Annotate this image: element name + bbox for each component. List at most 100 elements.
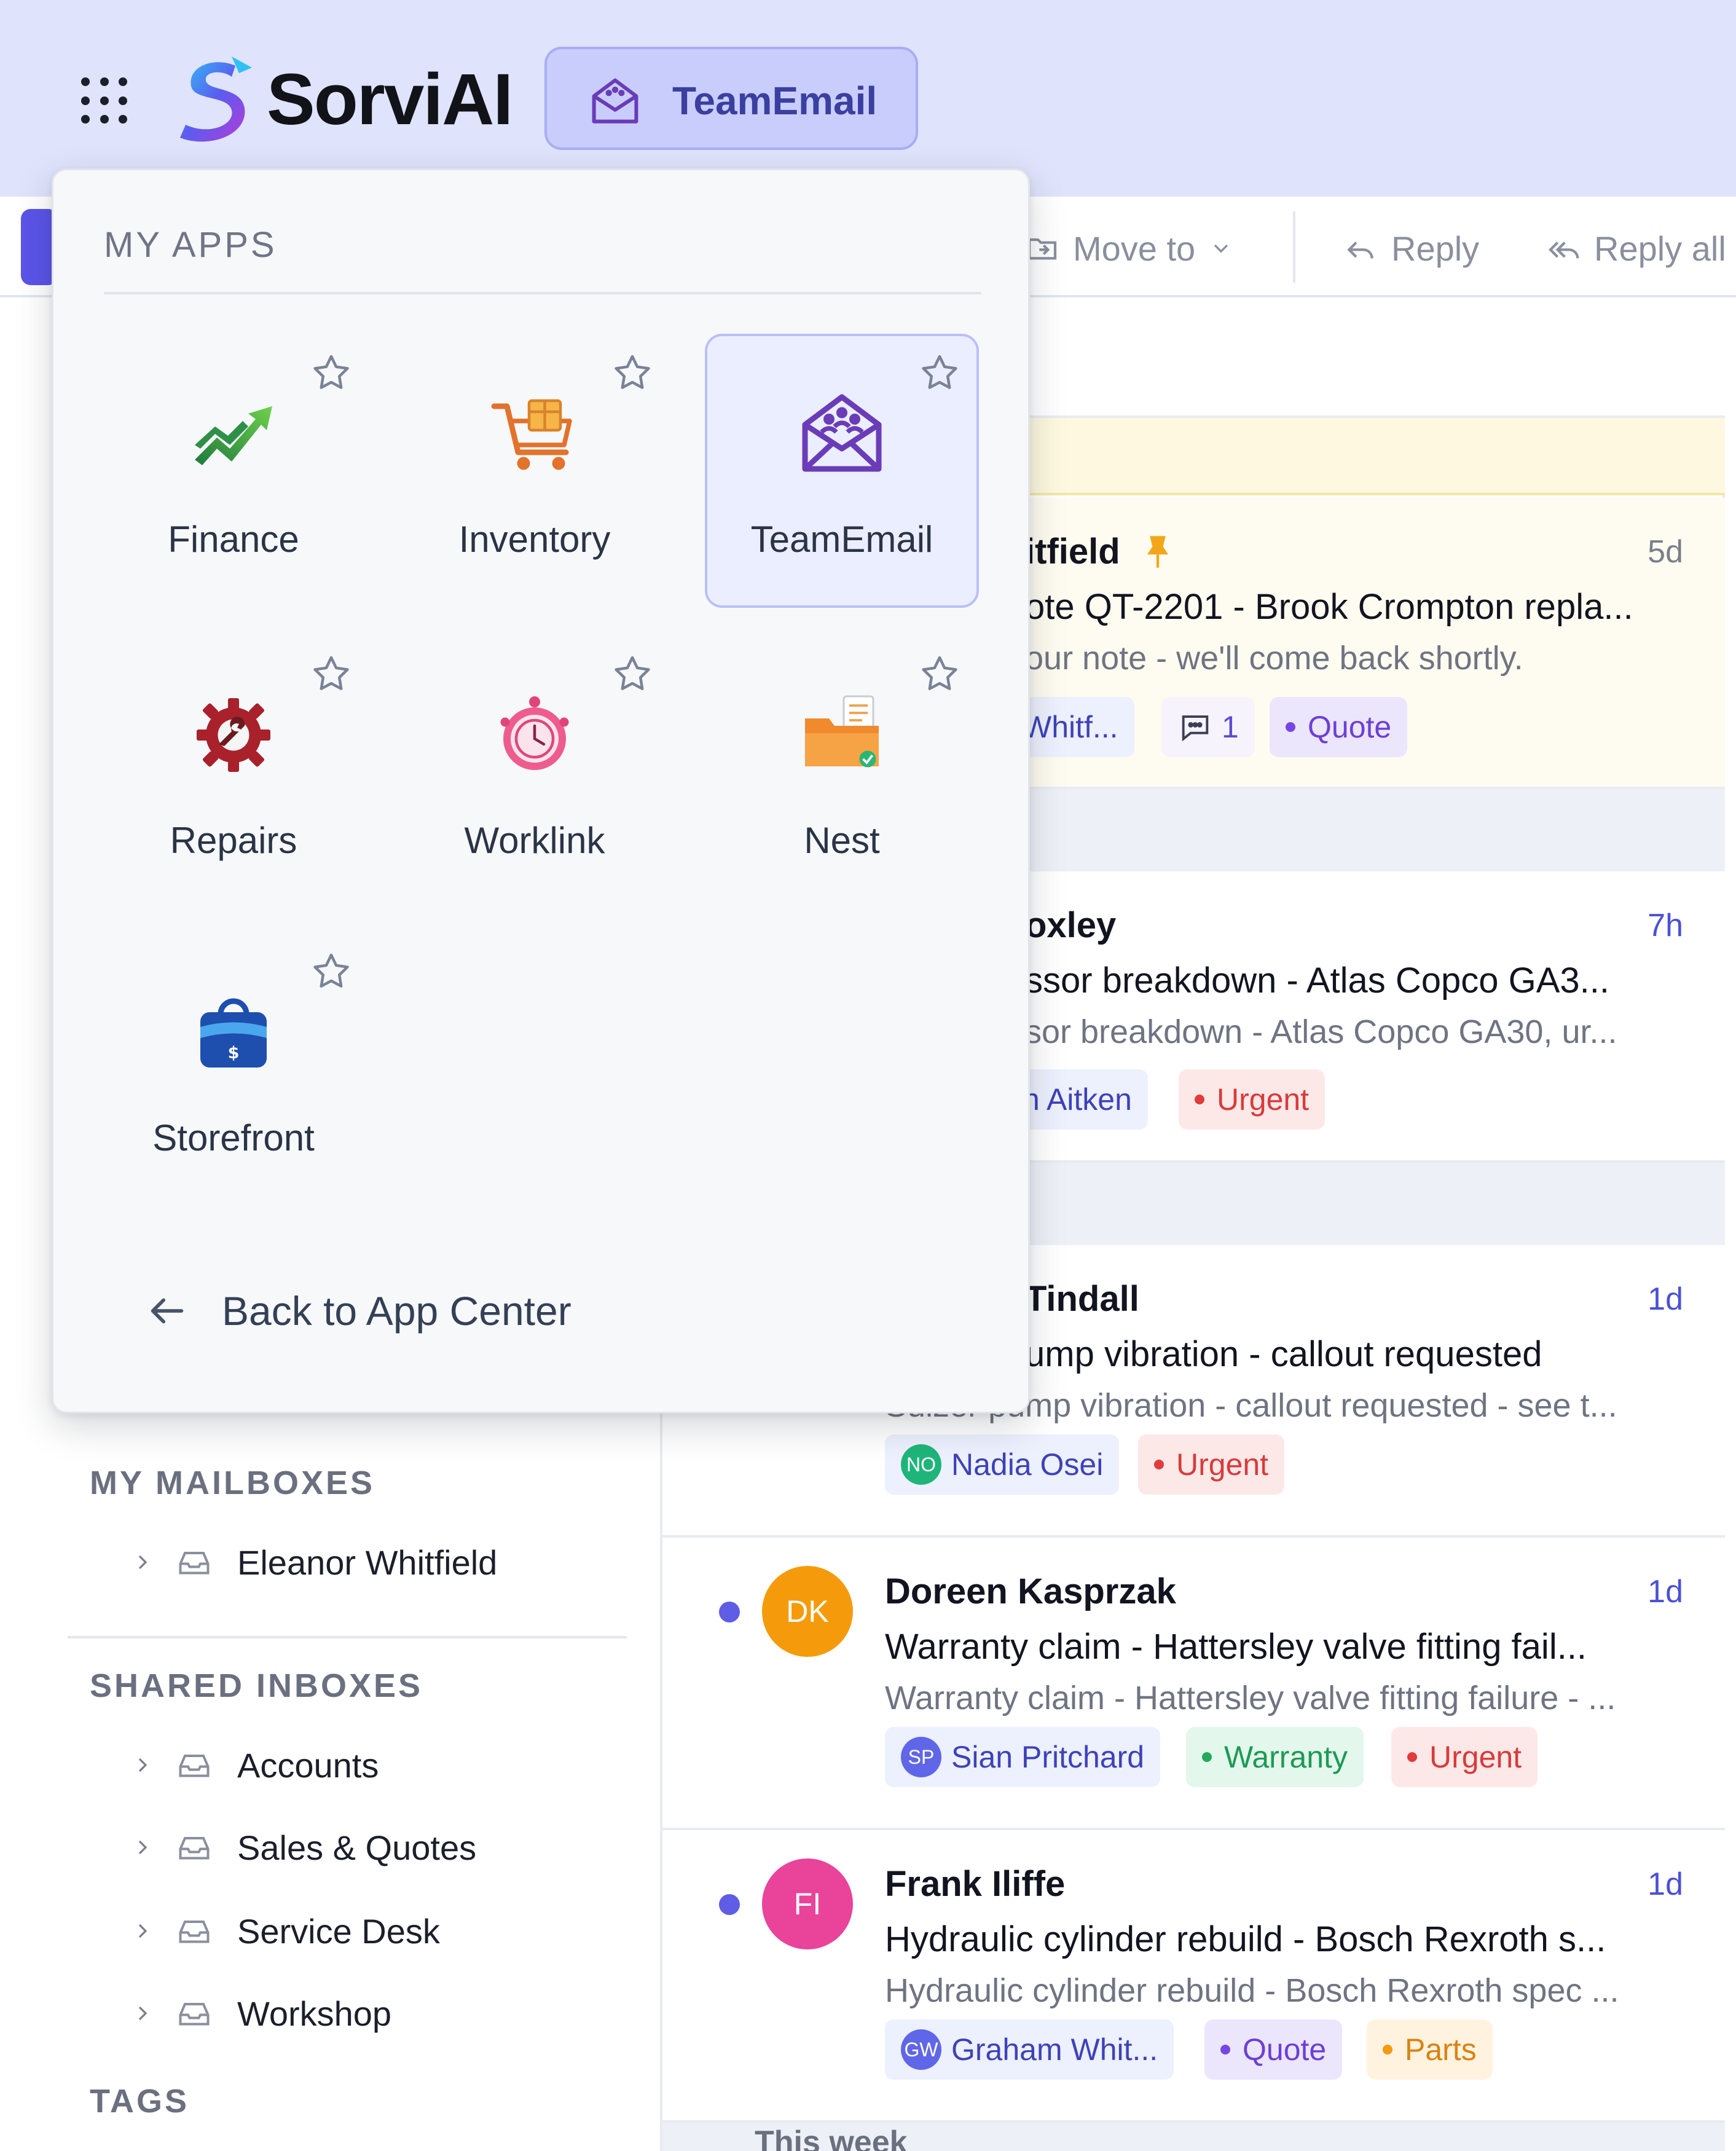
urgent-tag: Urgent	[1391, 1727, 1538, 1787]
group-header-this-week: This week	[662, 2123, 1725, 2151]
assignee-name: n Aitken	[1023, 1082, 1132, 1117]
sorviai-logo-icon	[180, 57, 252, 142]
tags-heading: TAGS	[90, 2083, 189, 2120]
current-app-label: TeamEmail	[672, 79, 878, 123]
mail-preview: Warranty claim - Hattersley valve fittin…	[885, 1680, 1616, 1716]
reply-all-icon	[1549, 242, 1579, 259]
back-to-app-center-link[interactable]: Back to App Center	[146, 1280, 571, 1342]
comment-count: 1	[1222, 710, 1239, 744]
favorite-star-icon[interactable]	[917, 652, 962, 696]
assignee-avatar: GW	[901, 2029, 941, 2070]
pin-icon	[1147, 536, 1169, 568]
tag-label: Quote	[1243, 2032, 1327, 2067]
mail-subject: ump vibration - callout requested	[1025, 1334, 1542, 1374]
reply-all-label: Reply all	[1594, 229, 1726, 268]
mail-sender: Frank Iliffe	[885, 1864, 1066, 1904]
chevron-right-icon	[138, 1555, 147, 1570]
favorite-star-icon[interactable]	[309, 652, 353, 696]
tag-label: Warranty	[1224, 1740, 1348, 1774]
urgent-tag: Urgent	[1179, 1069, 1326, 1130]
shared-inbox-label: Service Desk	[237, 1911, 440, 1951]
chevron-right-icon	[138, 1840, 147, 1855]
mail-time: 1d	[1648, 1281, 1683, 1317]
favorite-star-icon[interactable]	[309, 351, 353, 395]
mail-subject: ssor breakdown - Atlas Copco GA3...	[1025, 961, 1609, 1001]
assignee-name: Graham Whit...	[951, 2032, 1158, 2067]
mail-subject: Hydraulic cylinder rebuild - Bosch Rexro…	[885, 1919, 1606, 1959]
assignee-avatar: NO	[901, 1444, 941, 1485]
mail-item[interactable]: DK Doreen Kasprzak 1d Warranty claim - H…	[662, 1538, 1725, 1830]
mail-item[interactable]: FI Frank Iliffe 1d Hydraulic cylinder re…	[662, 1830, 1725, 2123]
inbox-icon	[179, 1921, 210, 1943]
app-tile-teamemail[interactable]: TeamEmail	[705, 334, 979, 608]
dropdown-divider	[104, 292, 981, 294]
mailbox-eleanor-whitfield[interactable]: Eleanor Whitfield	[130, 1538, 497, 1587]
favorite-star-icon[interactable]	[610, 652, 654, 696]
inbox-icon	[179, 2003, 210, 2026]
mail-sender: oxley	[1025, 905, 1117, 945]
sender-avatar: DK	[762, 1566, 853, 1657]
app-tile-nest[interactable]: Nest	[705, 635, 979, 909]
reply-button[interactable]: Reply	[1343, 224, 1479, 273]
quote-tag: Quote	[1204, 2019, 1343, 2080]
tag-label: Quote	[1308, 710, 1392, 744]
shared-inbox-sales-quotes[interactable]: Sales & Quotes	[130, 1823, 476, 1872]
favorite-star-icon[interactable]	[917, 351, 962, 395]
brand-name: SorviAI	[267, 59, 513, 140]
storefront-bag-icon: $	[200, 998, 267, 1068]
comment-icon	[1182, 715, 1209, 742]
reply-label: Reply	[1391, 229, 1480, 268]
favorite-star-icon[interactable]	[309, 950, 353, 994]
urgent-tag: Urgent	[1138, 1434, 1285, 1495]
app-tile-storefront[interactable]: $ Storefront	[96, 932, 371, 1206]
mail-preview: our note - we'll come back shortly.	[1025, 640, 1523, 677]
chevron-down-icon	[1214, 244, 1228, 253]
assignee-name: Whitf...	[1023, 710, 1118, 744]
mailbox-label: Eleanor Whitfield	[237, 1543, 498, 1582]
tag-label: Urgent	[1217, 1082, 1310, 1117]
chevron-right-icon	[138, 1924, 147, 1938]
shared-inboxes-heading: SHARED INBOXES	[90, 1667, 423, 1704]
mail-subject: Warranty claim - Hattersley valve fittin…	[885, 1627, 1587, 1667]
shared-inbox-service-desk[interactable]: Service Desk	[130, 1906, 440, 1956]
shared-inbox-workshop[interactable]: Workshop	[130, 1989, 391, 2038]
reply-all-button[interactable]: Reply all	[1546, 224, 1726, 273]
current-app-chip[interactable]: TeamEmail	[544, 47, 918, 150]
assignee-name: Sian Pritchard	[951, 1740, 1145, 1774]
favorite-star-icon[interactable]	[610, 351, 654, 395]
shared-inbox-label: Workshop	[237, 1994, 392, 2033]
mail-preview: Hydraulic cylinder rebuild - Bosch Rexro…	[885, 1972, 1619, 2009]
team-email-icon	[802, 394, 882, 472]
tag-label: Urgent	[1429, 1740, 1522, 1774]
app-tile-inventory[interactable]: Inventory	[398, 334, 672, 608]
tag-label: Parts	[1405, 2032, 1477, 2067]
quote-tag: Quote	[1270, 697, 1408, 757]
worklink-clock-icon	[500, 696, 569, 770]
mail-time: 7h	[1648, 908, 1683, 943]
unread-dot	[719, 1894, 740, 1915]
assignee-tag: NO Nadia Osei	[885, 1434, 1120, 1495]
move-to-button[interactable]: Move to	[1025, 224, 1233, 273]
sender-avatar: FI	[762, 1858, 853, 1949]
mail-sender: Tindall	[1025, 1279, 1139, 1319]
my-apps-dropdown: MY APPS Finance Inventory TeamEmail Repa…	[52, 168, 1030, 1414]
unread-dot	[719, 1602, 740, 1622]
app-tile-finance[interactable]: Finance	[96, 334, 371, 608]
repairs-gear-icon	[197, 698, 270, 772]
assignee-tag: GW Graham Whit...	[885, 2019, 1174, 2080]
app-launcher-icon[interactable]	[81, 77, 128, 124]
inventory-cart-icon	[491, 399, 572, 470]
shared-inbox-accounts[interactable]: Accounts	[130, 1740, 379, 1790]
chevron-right-icon	[138, 2006, 147, 2021]
inbox-icon	[179, 1837, 210, 1860]
app-tile-worklink[interactable]: Worklink	[398, 635, 672, 909]
app-name: Repairs	[170, 820, 297, 861]
app-name: Nest	[804, 820, 880, 861]
back-to-app-center-label: Back to App Center	[222, 1288, 571, 1334]
mail-sender: itfield	[1025, 532, 1120, 572]
parts-tag: Parts	[1367, 2019, 1493, 2080]
app-name: Finance	[168, 519, 299, 560]
app-name: Worklink	[464, 820, 605, 861]
app-tile-repairs[interactable]: Repairs	[96, 635, 371, 909]
shared-inbox-label: Accounts	[237, 1745, 379, 1785]
